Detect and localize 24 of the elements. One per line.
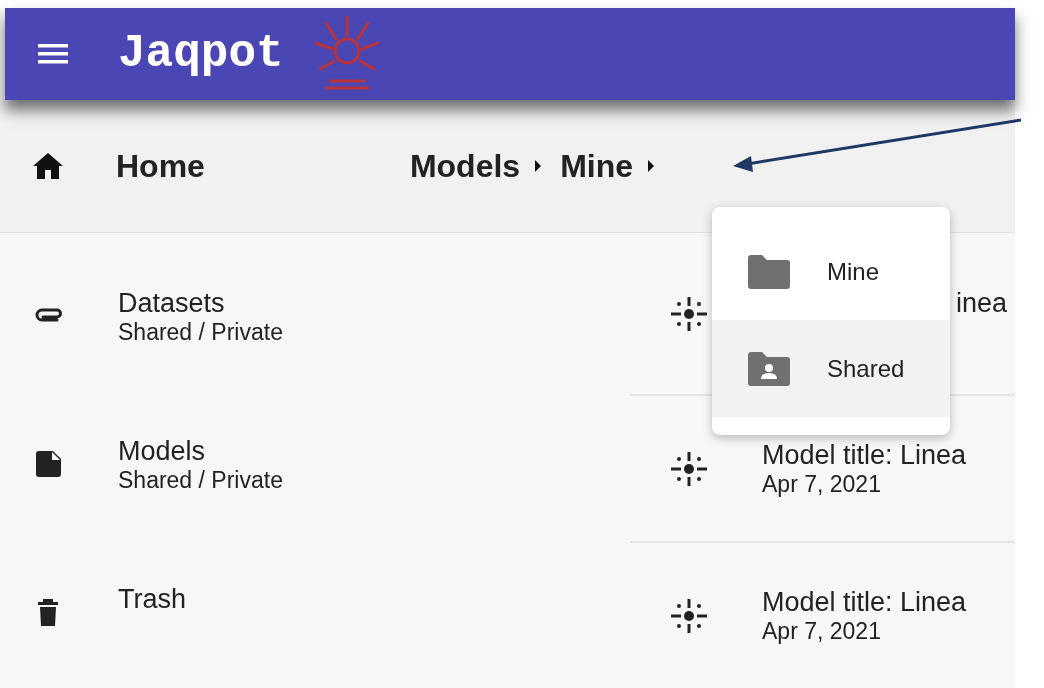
nav-sublabel: Shared / Private xyxy=(118,467,283,494)
file-icon[interactable] xyxy=(33,448,63,480)
caret-icon[interactable] xyxy=(534,160,543,172)
nav-sublabel: Shared / Private xyxy=(118,319,283,346)
home-icon[interactable] xyxy=(33,153,63,179)
model-title: Model title: Linea xyxy=(762,586,967,618)
menu-item[interactable]: Shared xyxy=(712,320,950,417)
caret-icon[interactable] xyxy=(647,160,656,172)
model-title: Model title: Linea xyxy=(762,439,967,471)
nav-label[interactable]: Models xyxy=(118,436,283,467)
model-row[interactable]: Model title: Linea Apr 7, 2021 xyxy=(630,543,1015,688)
menu-icon[interactable] xyxy=(38,43,68,65)
nav-label[interactable]: Datasets xyxy=(118,288,283,319)
model-date: Apr 7, 2021 xyxy=(762,470,882,498)
shared-folder-icon xyxy=(748,351,790,386)
model-date: Apr 7, 2021 xyxy=(762,617,882,645)
model-title: inea xyxy=(956,288,1008,319)
breadcrumb-link[interactable]: Mine xyxy=(560,147,634,185)
app-title: Jaqpot xyxy=(118,28,284,80)
menu-item[interactable]: Mine xyxy=(712,223,950,320)
nav-label[interactable]: Trash xyxy=(118,584,186,615)
home-link[interactable]: Home xyxy=(116,147,205,185)
breadcrumb-link[interactable]: Models xyxy=(409,147,521,185)
folder-icon xyxy=(748,254,790,289)
